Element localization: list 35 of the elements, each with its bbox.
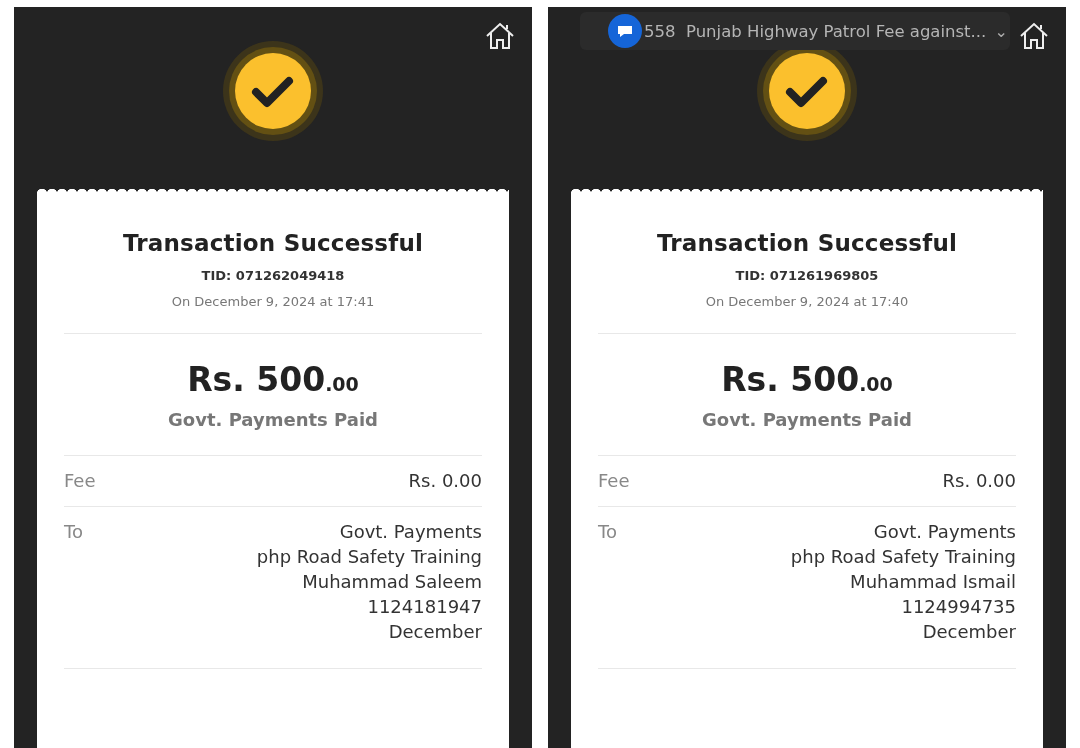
detail-value: Rs. 0.00: [408, 469, 482, 493]
detail-value: Muhammad Ismail: [850, 570, 1016, 594]
chat-bubble-icon: [608, 14, 642, 48]
detail-label: To: [64, 520, 83, 544]
payment-status: Govt. Payments Paid: [167, 409, 379, 430]
detail-value: 1124181947: [367, 595, 482, 619]
amount: Rs. 500: [187, 360, 326, 399]
notification-banner[interactable]: 558 Punjab Highway Patrol Fee against... ⌄: [580, 12, 1010, 50]
chevron-icon[interactable]: ⌄: [994, 21, 1008, 41]
checkmark-icon: [222, 40, 324, 142]
transaction-date: On December 9, 2024 at 17:41: [170, 294, 376, 309]
detail-label: Fee: [598, 469, 630, 493]
transaction-date: On December 9, 2024 at 17:40: [704, 294, 910, 309]
detail-value: December: [388, 620, 482, 644]
detail-label: Fee: [64, 469, 96, 493]
detail-value: php Road Safety Training: [256, 545, 482, 569]
notification-text: 558 Punjab Highway Patrol Fee against...: [644, 21, 987, 41]
transaction-id: TID: 071261969805: [734, 268, 880, 283]
receipt-title: Transaction Successful: [121, 229, 425, 256]
transaction-id: TID: 071262049418: [200, 268, 346, 283]
detail-value: Govt. Payments: [339, 520, 482, 544]
detail-value: php Road Safety Training: [790, 545, 1016, 569]
detail-value: Muhammad Saleem: [302, 570, 482, 594]
home-icon[interactable]: [1018, 20, 1050, 52]
payment-status: Govt. Payments Paid: [701, 409, 913, 430]
receipt-title: Transaction Successful: [655, 229, 959, 256]
amount: Rs. 500: [721, 360, 860, 399]
amount-decimals: .00: [325, 373, 359, 395]
amount-decimals: .00: [859, 373, 893, 395]
detail-value: 1124994735: [901, 595, 1016, 619]
detail-value: Govt. Payments: [873, 520, 1016, 544]
home-icon[interactable]: [484, 20, 516, 52]
detail-value: December: [922, 620, 1016, 644]
detail-label: To: [598, 520, 617, 544]
detail-value: Rs. 0.00: [942, 469, 1016, 493]
